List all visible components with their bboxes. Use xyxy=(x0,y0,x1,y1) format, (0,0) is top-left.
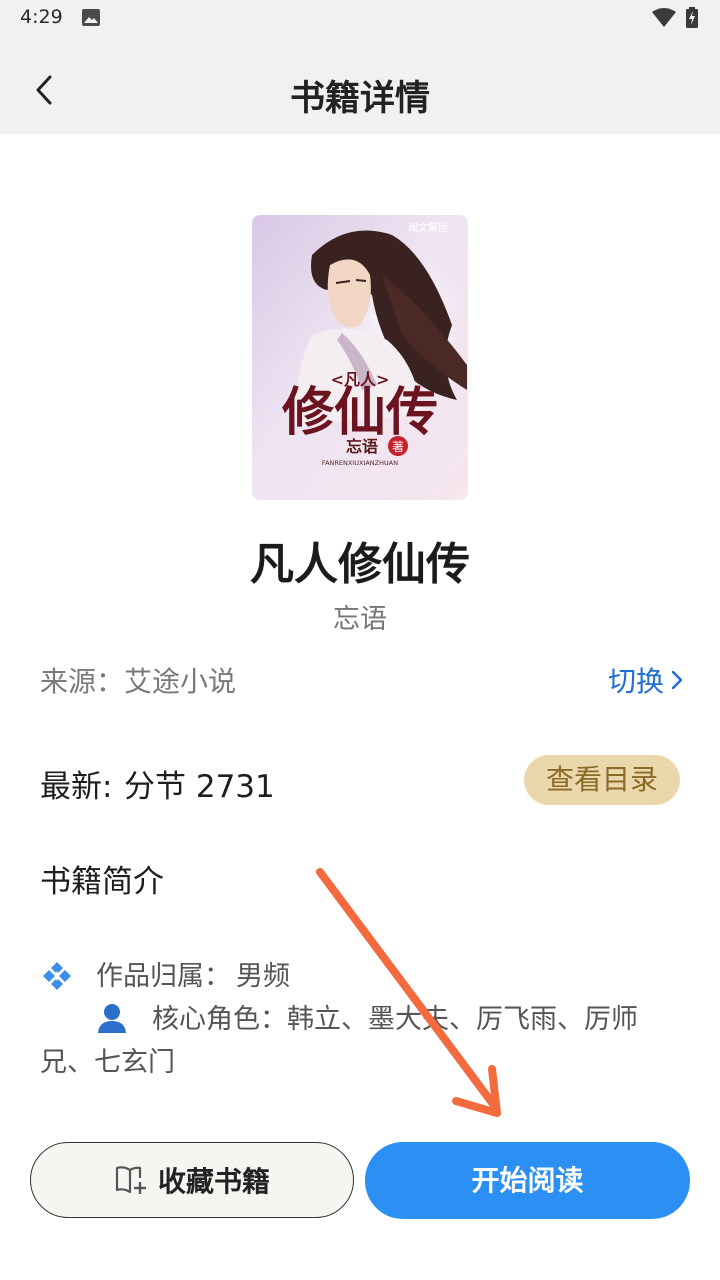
book-plus-icon xyxy=(115,1166,146,1194)
switch-source-label: 切换 xyxy=(607,665,664,698)
cover-author: 忘语 xyxy=(346,437,378,456)
latest-chapter: 分节 2731 xyxy=(124,769,275,805)
belong-value: 男频 xyxy=(236,961,290,992)
wifi-icon xyxy=(652,8,676,27)
collect-book-label: 收藏书籍 xyxy=(157,1165,270,1198)
latest-label: 最新: xyxy=(40,769,113,805)
book-author: 忘语 xyxy=(333,604,387,635)
start-reading-button[interactable]: 开始阅读 xyxy=(365,1142,690,1219)
status-time: 4:29 xyxy=(20,6,63,28)
collect-book-button[interactable]: 收藏书籍 xyxy=(30,1142,354,1218)
roles-text: 核心角色：韩立、墨大夫、厉飞雨、厉师兄、七玄门 xyxy=(40,1004,638,1078)
belong-label: 作品归属： xyxy=(96,961,231,992)
status-bar: 4:29 xyxy=(0,0,720,38)
cover-publisher: 阅文集团 xyxy=(408,221,448,234)
latest-row: 最新: 分节 2731 查看目录 xyxy=(40,755,680,807)
intro-heading: 书籍简介 xyxy=(40,864,164,900)
cover-author-mark: 著 xyxy=(392,440,404,454)
battery-charging-icon xyxy=(686,7,698,28)
cover-title: 修仙传 xyxy=(282,382,438,443)
roles-line: 核心角色：韩立、墨大夫、厉飞雨、厉师兄、七玄门 xyxy=(40,998,680,1084)
app-header: 书籍详情 xyxy=(0,38,720,134)
source-value: 艾途小说 xyxy=(124,665,237,698)
photo-icon xyxy=(82,9,100,26)
book-cover-image: 阅文集团 <凡人> 修仙传 忘语 著 FANRENXIUXIANZHUAN xyxy=(252,215,468,500)
source-label: 来源： xyxy=(40,665,125,698)
book-cover[interactable]: 阅文集团 <凡人> 修仙传 忘语 著 FANRENXIUXIANZHUAN xyxy=(252,215,468,500)
belong-line: 作品归属： 男频 xyxy=(40,955,680,998)
view-toc-button[interactable]: 查看目录 xyxy=(524,755,680,805)
book-title: 凡人修仙传 xyxy=(250,539,470,590)
source-row: 来源： 艾途小说 切换 xyxy=(40,657,684,701)
cover-pinyin: FANRENXIUXIANZHUAN xyxy=(322,459,398,467)
switch-source-button[interactable]: 切换 xyxy=(608,660,684,700)
intro-body: 作品归属： 男频 核心角色：韩立、墨大夫、厉飞雨、厉师兄、七玄门 xyxy=(40,955,680,1084)
chevron-right-icon xyxy=(671,670,683,690)
annotation-arrow xyxy=(316,868,501,1117)
page-title: 书籍详情 xyxy=(289,79,430,119)
diamond-icon xyxy=(43,962,71,990)
person-icon xyxy=(98,1004,126,1033)
